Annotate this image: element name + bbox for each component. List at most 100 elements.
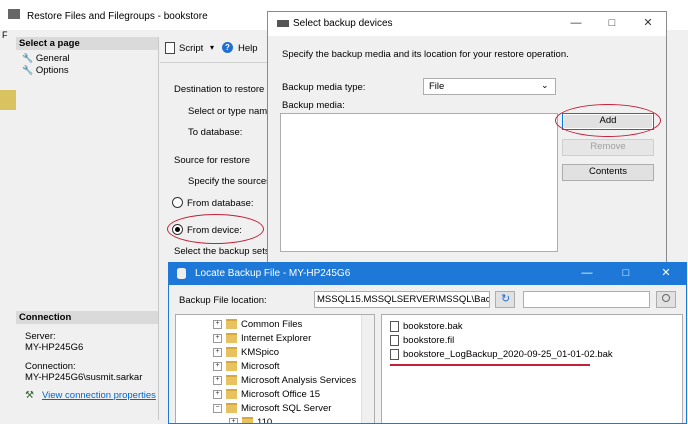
media-type-value: File bbox=[429, 81, 445, 92]
view-connection-properties-link[interactable]: View connection properties bbox=[42, 390, 156, 401]
refresh-icon: ↻ bbox=[501, 293, 511, 305]
destination-heading: Destination to restore bbox=[174, 84, 265, 95]
page-item-options-label: Options bbox=[35, 65, 69, 76]
tree-item-label: Internet Explorer bbox=[241, 333, 312, 344]
tree-scrollbar[interactable] bbox=[361, 315, 374, 423]
file-item-log-backup[interactable]: bookstore_LogBackup_2020-09-25_01-01-02.… bbox=[390, 349, 613, 360]
file-item-bookstore-fil[interactable]: bookstore.fil bbox=[390, 335, 454, 346]
remove-button[interactable]: Remove bbox=[562, 139, 654, 156]
folder-icon bbox=[226, 319, 237, 330]
backup-location-value: MSSQL15.MSSQLSERVER\MSSQL\Backup bbox=[317, 294, 490, 305]
file-item-bookstore-bak[interactable]: bookstore.bak bbox=[390, 321, 463, 332]
file-icon bbox=[390, 335, 399, 346]
folder-tree[interactable]: + Common Files + Internet Explorer + KMSpic… bbox=[175, 314, 375, 424]
wrench-icon: 🔧 bbox=[22, 53, 34, 63]
add-button-highlight bbox=[555, 104, 661, 137]
left-edge-label: F bbox=[2, 30, 8, 40]
refresh-button[interactable]: ↻ bbox=[495, 291, 515, 308]
restore-toolbar: Script ▾ ? Help bbox=[160, 40, 280, 58]
dialog-icon bbox=[277, 20, 289, 27]
page-item-options[interactable]: 🔧 Options bbox=[22, 65, 69, 76]
tree-item-sql-server[interactable]: − Microsoft SQL Server bbox=[213, 402, 331, 415]
expand-icon[interactable]: + bbox=[229, 417, 238, 423]
from-database-radio[interactable] bbox=[172, 197, 183, 208]
contents-button[interactable]: Contents bbox=[562, 164, 654, 181]
backup-location-input[interactable]: MSSQL15.MSSQLSERVER\MSSQL\Backup bbox=[314, 291, 490, 308]
locate-titlebar: Locate Backup File - MY-HP245G6 — □ ✕ bbox=[169, 263, 686, 285]
folder-icon bbox=[226, 361, 237, 372]
minimize-icon[interactable]: — bbox=[579, 265, 595, 281]
connection-value: MY-HP245G6\susmit.sarkar bbox=[25, 372, 143, 383]
select-backup-description: Specify the backup media and its locatio… bbox=[282, 49, 569, 60]
left-strip bbox=[0, 90, 16, 110]
expand-icon[interactable]: + bbox=[213, 333, 222, 343]
file-search-input[interactable] bbox=[523, 291, 650, 308]
select-page-header: Select a page bbox=[16, 37, 158, 50]
script-button[interactable]: Script bbox=[179, 43, 203, 54]
folder-icon bbox=[226, 333, 237, 344]
help-icon: ? bbox=[222, 42, 233, 53]
locate-title: Locate Backup File - MY-HP245G6 bbox=[195, 268, 351, 279]
tree-item-label: Microsoft bbox=[241, 361, 280, 372]
tree-item-office-15[interactable]: + Microsoft Office 15 bbox=[213, 388, 320, 401]
folder-icon bbox=[226, 403, 237, 414]
folder-icon bbox=[226, 389, 237, 400]
expand-icon[interactable]: + bbox=[213, 361, 222, 371]
connection-header: Connection bbox=[16, 311, 158, 324]
folder-icon bbox=[226, 375, 237, 386]
tree-item-analysis-services[interactable]: + Microsoft Analysis Services bbox=[213, 374, 356, 387]
wrench-icon: 🔧 bbox=[22, 65, 34, 75]
media-type-select[interactable]: File ⌄ bbox=[423, 78, 556, 95]
minimize-icon[interactable]: — bbox=[568, 15, 584, 31]
backup-media-list[interactable] bbox=[280, 113, 558, 252]
search-button[interactable] bbox=[656, 291, 676, 308]
close-icon[interactable]: ✕ bbox=[640, 15, 656, 31]
media-list-label: Backup media: bbox=[282, 100, 345, 111]
file-icon bbox=[390, 349, 399, 360]
expand-icon[interactable]: + bbox=[213, 347, 222, 357]
select-backup-sets-label: Select the backup sets to bbox=[174, 246, 281, 257]
tree-item-label: Common Files bbox=[241, 319, 303, 330]
tree-item-microsoft[interactable]: + Microsoft bbox=[213, 360, 280, 373]
tree-item-kmspico[interactable]: + KMSpico bbox=[213, 346, 279, 359]
tree-item-common-files[interactable]: + Common Files bbox=[213, 318, 302, 331]
select-backup-title: Select backup devices bbox=[293, 18, 393, 29]
tree-item-label: Microsoft Analysis Services bbox=[241, 375, 357, 386]
page-selector-panel: Select a page 🔧 General 🔧 Options Connec… bbox=[16, 37, 159, 420]
page-item-general[interactable]: 🔧 General bbox=[22, 53, 70, 64]
expand-icon[interactable]: + bbox=[213, 375, 222, 385]
page-item-general-label: General bbox=[35, 53, 70, 64]
connection-label: Connection: bbox=[25, 361, 76, 372]
file-name: bookstore.fil bbox=[403, 335, 455, 347]
search-icon bbox=[662, 294, 670, 302]
maximize-icon[interactable]: □ bbox=[618, 265, 634, 281]
backup-location-label: Backup File location: bbox=[179, 295, 267, 306]
collapse-icon[interactable]: − bbox=[213, 403, 222, 413]
tree-item-110[interactable]: +110 bbox=[229, 416, 273, 424]
file-list[interactable]: bookstore.bak bookstore.fil bookstore_Lo… bbox=[381, 314, 683, 423]
file-name: bookstore.bak bbox=[403, 321, 463, 333]
tree-item-label: 110 bbox=[257, 417, 273, 424]
expand-icon[interactable]: + bbox=[213, 319, 222, 329]
chevron-down-icon[interactable]: ▾ bbox=[210, 43, 214, 52]
help-button[interactable]: Help bbox=[238, 43, 258, 54]
maximize-icon[interactable]: □ bbox=[604, 15, 620, 31]
close-icon[interactable]: ✕ bbox=[658, 265, 674, 281]
to-database-label: To database: bbox=[188, 127, 243, 138]
tree-item-label: Microsoft SQL Server bbox=[241, 403, 332, 414]
select-backup-devices-dialog: Select backup devices — □ ✕ Specify the … bbox=[267, 11, 667, 265]
server-label: Server: bbox=[25, 331, 56, 342]
folder-icon bbox=[242, 417, 253, 423]
select-backup-titlebar: Select backup devices — □ ✕ bbox=[268, 12, 666, 36]
script-icon bbox=[165, 42, 175, 54]
source-heading: Source for restore bbox=[174, 155, 251, 166]
tree-item-label: KMSpico bbox=[241, 347, 280, 358]
log-backup-underline bbox=[390, 364, 590, 366]
tree-item-internet-explorer[interactable]: + Internet Explorer bbox=[213, 332, 311, 345]
media-type-label: Backup media type: bbox=[282, 82, 366, 93]
expand-icon[interactable]: + bbox=[213, 389, 222, 399]
toolbar-divider bbox=[160, 62, 270, 63]
from-device-highlight bbox=[167, 214, 264, 244]
file-icon bbox=[390, 321, 399, 332]
tree-item-label: Microsoft Office 15 bbox=[241, 389, 321, 400]
